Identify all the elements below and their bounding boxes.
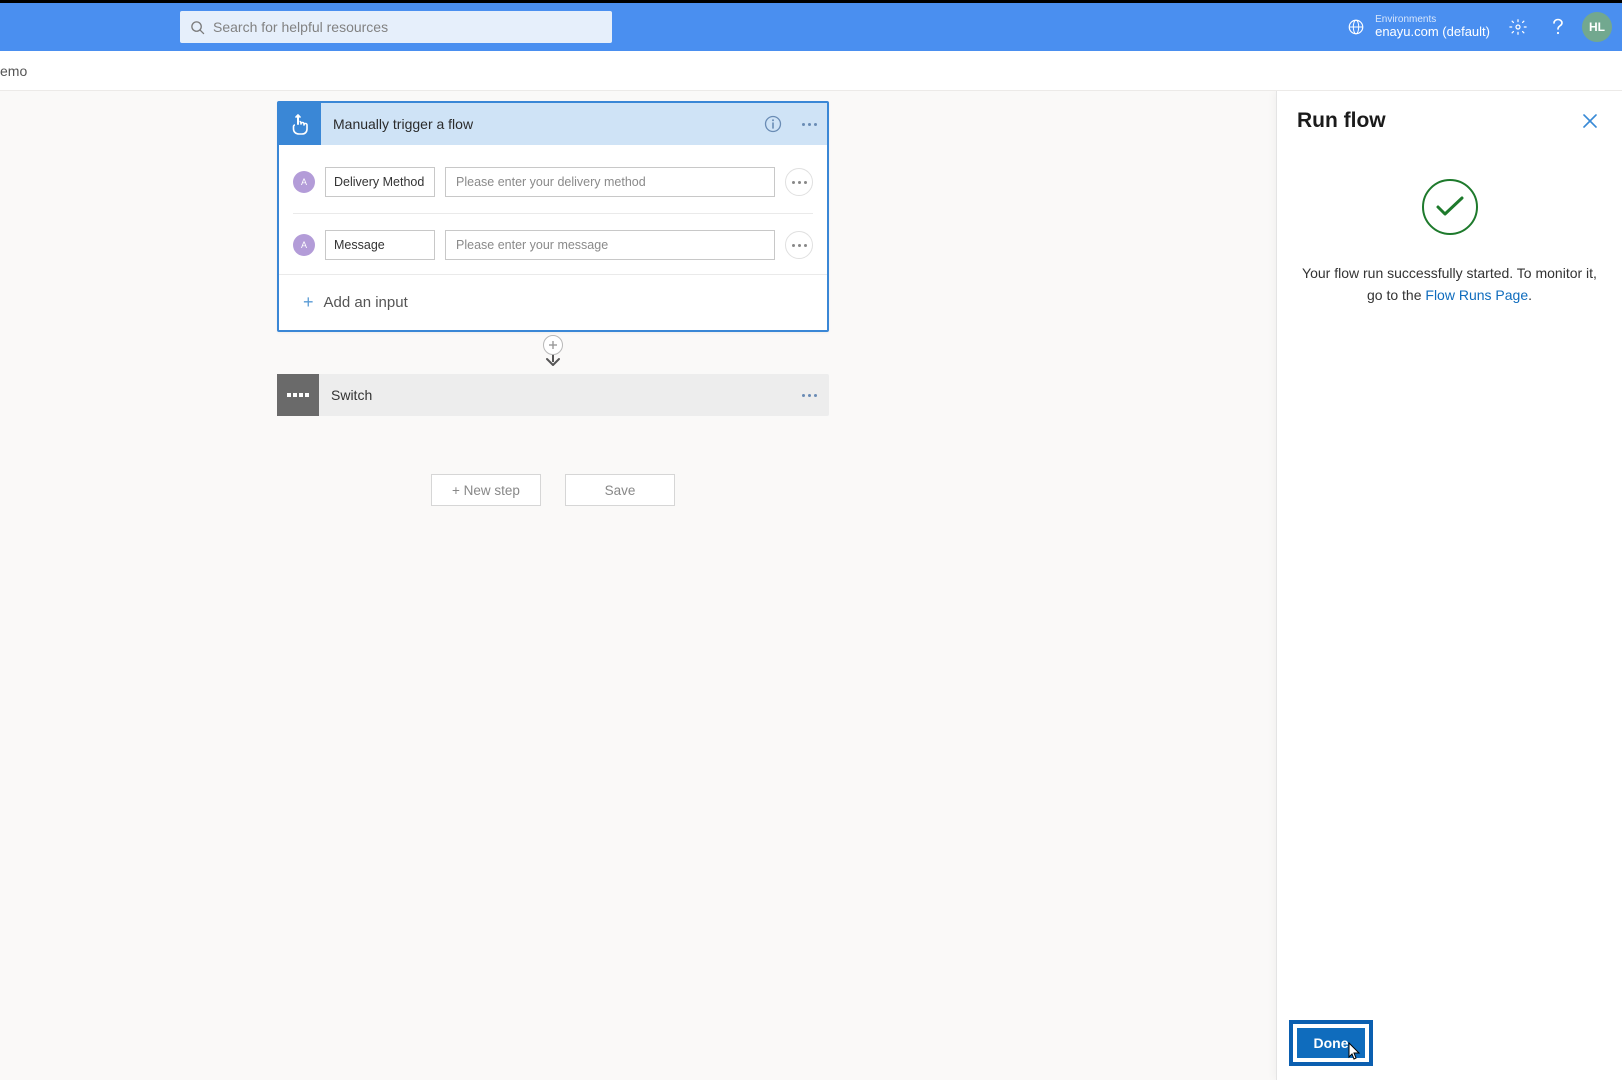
manual-trigger-icon [290, 113, 310, 135]
breadcrumb: emo [0, 51, 1622, 91]
switch-more-button[interactable] [789, 374, 829, 416]
trigger-header[interactable]: Manually trigger a flow [279, 103, 827, 145]
trigger-icon [279, 103, 321, 145]
add-input-button[interactable]: + Add an input [279, 274, 827, 330]
user-avatar[interactable]: HL [1582, 12, 1612, 42]
info-icon [764, 115, 782, 133]
add-action-button[interactable] [543, 335, 563, 355]
add-input-label: Add an input [324, 294, 408, 311]
input-value-field[interactable] [445, 167, 775, 197]
environment-icon [1347, 18, 1365, 36]
new-step-button[interactable]: + New step [431, 474, 541, 506]
input-row-more-button[interactable] [785, 231, 813, 259]
input-name-field[interactable] [325, 167, 435, 197]
checkmark-icon [1435, 195, 1465, 219]
plus-icon [548, 340, 558, 350]
done-button-focus-ring: Done [1289, 1020, 1373, 1066]
trigger-input-row: A [293, 220, 813, 270]
plus-icon: + [303, 292, 314, 313]
save-button[interactable]: Save [565, 474, 675, 506]
environment-value: enayu.com (default) [1375, 25, 1490, 40]
app-header: Environments enayu.com (default) HL [0, 3, 1622, 51]
ellipsis-icon [802, 394, 817, 397]
flow-connector [277, 332, 829, 374]
panel-message: Your flow run successfully started. To m… [1299, 263, 1600, 306]
close-icon [1583, 114, 1597, 128]
search-icon [190, 20, 205, 35]
search-input[interactable] [213, 19, 602, 35]
input-name-field[interactable] [325, 230, 435, 260]
done-button[interactable]: Done [1297, 1028, 1365, 1058]
switch-icon [277, 374, 319, 416]
success-icon [1422, 179, 1478, 235]
input-row-more-button[interactable] [785, 168, 813, 196]
trigger-info-button[interactable] [755, 103, 791, 145]
flow-runs-link[interactable]: Flow Runs Page [1425, 287, 1528, 303]
input-value-field[interactable] [445, 230, 775, 260]
help-button[interactable] [1538, 3, 1578, 51]
trigger-more-button[interactable] [791, 103, 827, 145]
switch-card[interactable]: Switch [277, 374, 829, 416]
input-type-chip: A [293, 234, 315, 256]
ellipsis-icon [792, 244, 807, 247]
question-icon [1552, 18, 1564, 36]
search-box[interactable] [180, 11, 612, 43]
run-flow-panel: Run flow Your flow run successfully star… [1277, 91, 1622, 1080]
trigger-card: Manually trigger a flow A [277, 101, 829, 332]
environment-picker[interactable]: Environments enayu.com (default) [1339, 14, 1498, 40]
gear-icon [1509, 18, 1527, 36]
ellipsis-icon [802, 123, 817, 126]
panel-close-button[interactable] [1578, 109, 1602, 133]
ellipsis-icon [792, 181, 807, 184]
cursor-icon [1348, 1042, 1362, 1060]
breadcrumb-text: emo [0, 63, 27, 79]
switch-title: Switch [319, 387, 789, 403]
trigger-input-row: A [293, 157, 813, 207]
input-type-chip: A [293, 171, 315, 193]
settings-button[interactable] [1498, 3, 1538, 51]
trigger-title: Manually trigger a flow [321, 116, 755, 132]
flow-canvas: Manually trigger a flow A [0, 91, 1622, 1080]
panel-title: Run flow [1297, 109, 1386, 133]
